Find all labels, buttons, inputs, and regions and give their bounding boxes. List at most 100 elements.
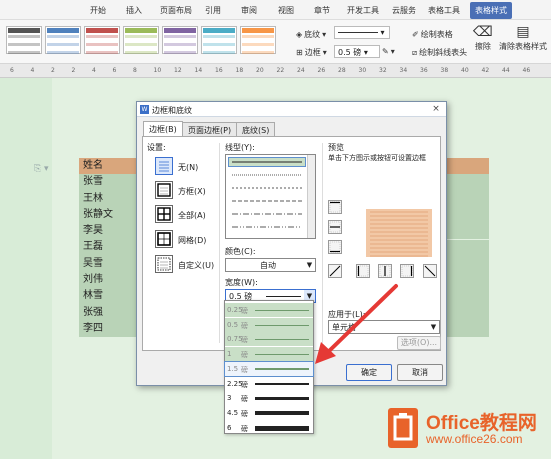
line-style-list[interactable] (225, 154, 316, 239)
options-button[interactable]: 选项(O)... (397, 336, 441, 350)
table-row[interactable]: 林雪 (79, 288, 139, 305)
shading-button[interactable]: ◈ 底纹 ▾ (296, 29, 326, 40)
width-option[interactable]: 3磅 (225, 391, 313, 405)
width-option-unit: 磅 (241, 365, 248, 374)
table-row[interactable]: 张雪 (79, 174, 139, 191)
horizontal-ruler[interactable]: 6 4 2 2 4 6 8 10 12 14 16 18 20 22 24 26 28 30 32 34 36 38 40 4… (0, 64, 551, 78)
setting-all-icon[interactable] (155, 205, 173, 223)
tab-table-styles[interactable]: 表格样式 (470, 2, 512, 19)
top-border-button[interactable] (328, 200, 342, 214)
inner-vertical-border-button[interactable] (378, 264, 392, 278)
width-dropdown-list[interactable]: 0.25 磅 0.5 磅 0.75 磅 1 磅 1.5 磅 2.25 磅 3 磅 4.5 磅 6 磅 (224, 300, 314, 434)
setting-none-icon[interactable] (155, 157, 173, 175)
table-style-thumbnail[interactable] (6, 26, 42, 54)
thumbnail-row (242, 35, 274, 38)
table-row[interactable]: 吴雪 (79, 255, 139, 273)
line-style-scrollbar[interactable] (307, 155, 315, 238)
tab-developer[interactable]: 开发工具 (347, 5, 379, 16)
ok-button[interactable]: 确定 (346, 364, 392, 381)
table-row[interactable]: 张静文 (79, 206, 139, 224)
setting-none-label[interactable]: 无(N) (178, 162, 198, 173)
ruler-tick-label: 4 (92, 67, 96, 74)
width-option[interactable]: 0.75 磅 (225, 332, 313, 347)
setting-grid-label[interactable]: 网格(D) (178, 235, 206, 246)
tab-insert[interactable]: 插入 (126, 5, 142, 16)
line-width-select[interactable]: 0.5 磅 ▾ (334, 45, 380, 58)
right-border-button[interactable] (400, 264, 414, 278)
tab-home[interactable]: 开始 (90, 5, 106, 16)
tab-page-layout[interactable]: 页面布局 (160, 5, 192, 16)
table-row[interactable]: 李四 (79, 320, 139, 338)
table-row[interactable]: 王磊 (79, 239, 139, 256)
table-style-thumbnail[interactable] (162, 26, 198, 54)
tab-view[interactable]: 视图 (278, 5, 294, 16)
table-row[interactable]: 王林 (79, 190, 139, 207)
tab-shading[interactable]: 底纹(S) (236, 122, 276, 136)
tab-section[interactable]: 章节 (314, 5, 330, 16)
preview-label: 预览 (328, 143, 344, 152)
setting-box-label[interactable]: 方框(X) (178, 186, 206, 197)
thumbnail-header (86, 28, 118, 33)
table-style-thumbnail[interactable] (123, 26, 159, 54)
apply-to-select[interactable]: 单元格 ▼ (328, 320, 440, 334)
setting-custom-icon[interactable] (155, 255, 173, 273)
width-option[interactable]: 1.5 磅 (224, 360, 314, 377)
line-style-select[interactable]: ▾ (334, 26, 390, 39)
table-row[interactable]: 李昊 (79, 223, 139, 240)
thumbnail-row (164, 51, 196, 54)
width-option-value: 3 (227, 394, 232, 403)
name-table[interactable]: 姓名 张雪 王林 张静文 李昊 王磊 吴雪 刘伟 林雪 张强 李四 (79, 158, 139, 338)
table-header-cell[interactable]: 姓名 (79, 158, 139, 175)
thumbnail-header (47, 28, 79, 33)
thumbnail-row (8, 39, 40, 42)
ribbon-tab-bar: 开始 插入 页面布局 引用 审阅 视图 章节 开发工具 云服务 表格工具 表格样… (0, 0, 551, 20)
inner-horizontal-border-button[interactable] (328, 220, 342, 234)
width-option[interactable]: 0.25 磅 (225, 303, 313, 317)
line-width-unit: 磅 (353, 48, 362, 57)
table-style-thumbnail[interactable] (201, 26, 237, 54)
setting-all-label[interactable]: 全部(A) (178, 210, 206, 221)
tab-review[interactable]: 审阅 (241, 5, 257, 16)
pen-color-button[interactable]: ✎ ▾ (382, 47, 395, 56)
close-icon[interactable]: × (429, 103, 443, 115)
diagonal-up-border-button[interactable] (423, 264, 437, 278)
diagonal-down-border-button[interactable] (328, 264, 342, 278)
bottom-border-button[interactable] (328, 240, 342, 254)
width-option-value: 1 (227, 350, 232, 359)
eraser-button[interactable]: ⌫ 擦除 (473, 24, 493, 52)
chevron-down-icon: ▼ (306, 261, 313, 269)
setting-box-icon[interactable] (155, 181, 173, 199)
tab-page-border[interactable]: 页面边框(P) (182, 122, 238, 136)
table-style-thumbnail[interactable] (45, 26, 81, 54)
border-preview[interactable] (358, 199, 442, 273)
color-select[interactable]: 自动 ▼ (225, 258, 316, 272)
panel-separator (322, 143, 323, 343)
width-option-value: 4.5 (227, 408, 239, 417)
width-option[interactable]: 0.5 磅 (225, 317, 313, 332)
table-row[interactable]: 张强 (79, 304, 139, 321)
tab-table-tools[interactable]: 表格工具 (428, 5, 460, 16)
draw-diagonal-header-button[interactable]: ⧄ 绘制斜线表头 (412, 47, 467, 58)
cancel-button[interactable]: 取消 (397, 364, 443, 381)
diagonal-header-icon: ⧄ (412, 47, 418, 57)
width-option[interactable]: 1磅 (225, 347, 313, 362)
color-label: 颜色(C): (225, 247, 256, 256)
table-row[interactable]: 刘伟 (79, 272, 139, 289)
border-button[interactable]: ⊞ 边框 ▾ (296, 47, 327, 58)
setting-grid-icon[interactable] (155, 230, 173, 248)
tab-references[interactable]: 引用 (205, 5, 221, 16)
clear-table-style-button[interactable]: ▤ 清除表格样式 (499, 24, 547, 52)
width-option[interactable]: 2.25 磅 (225, 377, 313, 391)
left-border-button[interactable] (356, 264, 370, 278)
setting-custom-label[interactable]: 自定义(U) (178, 260, 214, 271)
width-option[interactable]: 4.5 磅 (225, 406, 313, 420)
color-value: 自动 (260, 261, 276, 270)
draw-table-label: 绘制表格 (420, 30, 453, 39)
tab-borders[interactable]: 边框(B) (143, 121, 183, 137)
tab-cloud-service[interactable]: 云服务 (392, 5, 416, 16)
width-option[interactable]: 6磅 (225, 421, 313, 435)
table-style-thumbnail[interactable] (84, 26, 120, 54)
draw-table-button[interactable]: ✐ 绘制表格 (412, 29, 453, 40)
table-style-thumbnail[interactable] (240, 26, 276, 54)
ruler-tick-label: 22 (276, 67, 285, 74)
